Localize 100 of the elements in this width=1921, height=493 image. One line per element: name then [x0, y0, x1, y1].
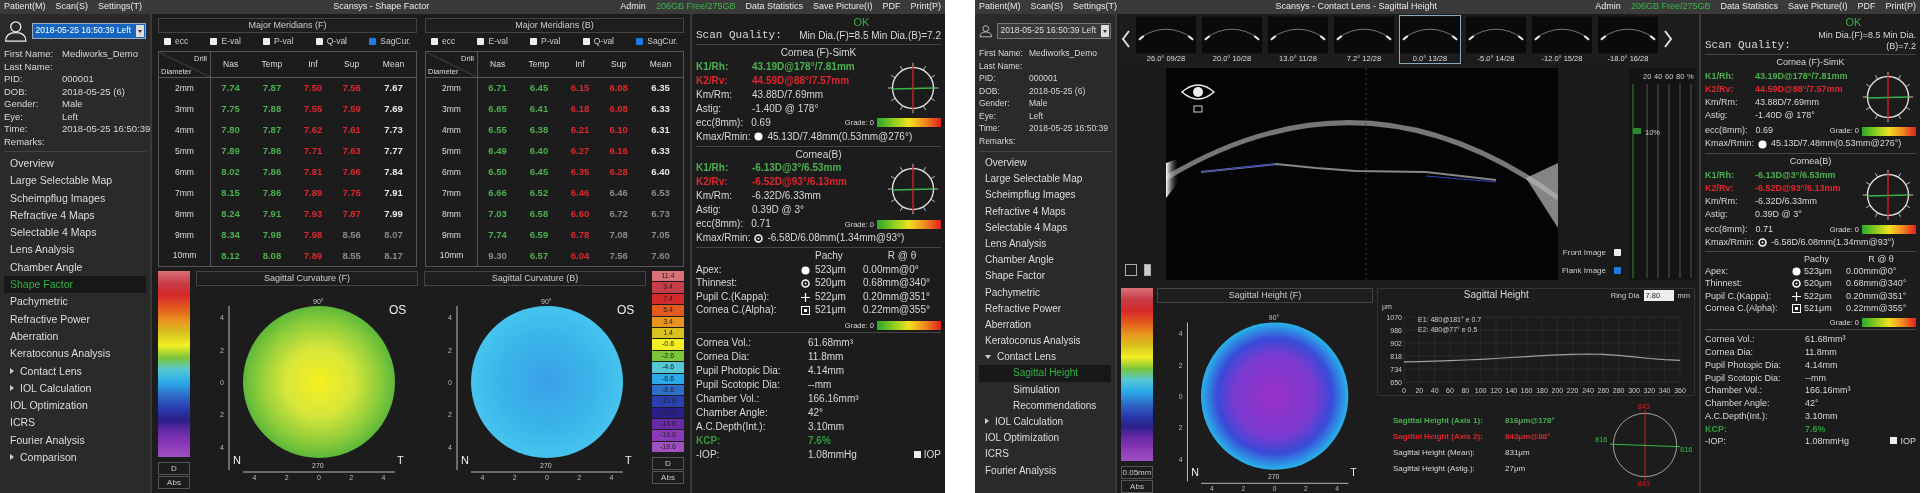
- caret-icon[interactable]: [985, 418, 989, 424]
- nav-item[interactable]: Pachymetric: [979, 284, 1111, 301]
- nav-item[interactable]: IOL Calculation: [4, 379, 146, 398]
- nav-item[interactable]: Contact Lens: [4, 362, 146, 380]
- nav-item[interactable]: Refractive 4 Maps: [979, 203, 1111, 220]
- radio-icon[interactable]: [1614, 249, 1621, 256]
- radio-option[interactable]: SagCur.: [636, 36, 678, 48]
- radio-option[interactable]: P-val: [263, 36, 294, 48]
- checkbox-icon[interactable]: [913, 451, 921, 459]
- nav-item[interactable]: Fourier Analysis: [4, 431, 146, 450]
- radio-icon[interactable]: [431, 38, 438, 45]
- nav-item[interactable]: Refractive Power: [4, 310, 146, 328]
- radio-icon[interactable]: [369, 38, 377, 45]
- toolbar-button[interactable]: Save Picture(I): [812, 1, 873, 13]
- panel-toggle-button[interactable]: [1144, 264, 1151, 276]
- radio-icon[interactable]: [263, 38, 271, 45]
- value-text: 3.10mm: [1805, 410, 1839, 423]
- chevron-left-icon[interactable]: [1121, 29, 1131, 49]
- radio-icon[interactable]: [164, 38, 171, 45]
- menu-item[interactable]: Settings(T): [1073, 1, 1118, 13]
- table-cell: 8.24: [210, 203, 251, 225]
- menu-item[interactable]: Scan(S): [1030, 1, 1064, 13]
- radio-option[interactable]: P-val: [530, 36, 561, 48]
- nav-item[interactable]: Simulation: [979, 381, 1111, 398]
- nav-item[interactable]: Shape Factor: [4, 276, 146, 294]
- caret-icon[interactable]: [10, 384, 14, 391]
- scan-select[interactable]: 2018-05-25 16:50:39 Left: [996, 23, 1111, 39]
- nav-item[interactable]: ICRS: [4, 414, 146, 432]
- nav-item[interactable]: Lens Analysis: [979, 235, 1111, 253]
- caret-icon[interactable]: [10, 367, 14, 374]
- chevron-right-icon[interactable]: [1663, 29, 1673, 49]
- radio-icon[interactable]: [530, 38, 538, 45]
- nav-item[interactable]: Fourier Analysis: [979, 462, 1111, 479]
- radio-icon[interactable]: [1614, 267, 1621, 274]
- nav-item[interactable]: Recommendations: [979, 397, 1111, 414]
- nav-item[interactable]: Contact Lens: [979, 349, 1111, 366]
- radio-option[interactable]: ecc: [164, 36, 189, 48]
- nav-item[interactable]: Chamber Angle: [4, 258, 146, 277]
- menu-item[interactable]: Patient(M): [4, 1, 46, 13]
- nav-item[interactable]: Sagittal Height: [979, 365, 1111, 382]
- scan-select[interactable]: 2018-05-25 16:50:39 Left: [31, 23, 146, 39]
- radio-icon[interactable]: [477, 38, 485, 45]
- toolbar-button[interactable]: PDF: [882, 1, 901, 13]
- menu-item[interactable]: Settings(T): [98, 1, 143, 13]
- value-text: 4.14mm: [1805, 359, 1839, 372]
- nav-item[interactable]: Chamber Angle: [979, 252, 1111, 269]
- radio-option[interactable]: Q-val: [315, 36, 347, 48]
- nav-item[interactable]: Aberration: [4, 327, 146, 346]
- caret-icon[interactable]: [985, 355, 991, 360]
- toolbar-button[interactable]: Print(P): [910, 1, 941, 13]
- toolbar-button[interactable]: Data Statistics: [1720, 1, 1778, 13]
- nav-item[interactable]: Selectable 4 Maps: [4, 224, 146, 242]
- nav-item[interactable]: Keratoconus Analysis: [979, 333, 1111, 350]
- nav-item[interactable]: Overview: [979, 155, 1111, 172]
- nav-item[interactable]: Large Selectable Map: [979, 171, 1111, 188]
- radio-option[interactable]: Front Image: [1562, 248, 1625, 258]
- nav-item[interactable]: Scheimpflug Images: [4, 189, 146, 207]
- radio-icon[interactable]: [582, 38, 590, 45]
- radio-icon[interactable]: [636, 38, 644, 45]
- scale-mode-button[interactable]: Abs: [652, 471, 684, 485]
- radio-option[interactable]: ecc: [431, 36, 456, 48]
- nav-item[interactable]: ICRS: [979, 446, 1111, 463]
- radio-icon[interactable]: [210, 38, 218, 45]
- nav-item[interactable]: Selectable 4 Maps: [979, 219, 1111, 236]
- radio-option[interactable]: E-val: [210, 36, 241, 48]
- toolbar-button[interactable]: Save Picture(I): [1787, 1, 1848, 13]
- nav-item[interactable]: Lens Analysis: [4, 241, 146, 259]
- checkbox-icon[interactable]: [1890, 437, 1898, 445]
- toolbar-button[interactable]: Data Statistics: [745, 1, 803, 13]
- toolbar-button[interactable]: Print(P): [1885, 1, 1916, 13]
- nav-item[interactable]: Large Selectable Map: [4, 172, 146, 190]
- radio-option[interactable]: E-val: [477, 36, 508, 48]
- nav-item[interactable]: IOL Optimization: [979, 430, 1111, 447]
- nav-item[interactable]: Shape Factor: [979, 268, 1111, 285]
- value-label: Chamber Vol.:: [1705, 385, 1764, 397]
- caret-icon[interactable]: [136, 25, 144, 37]
- caret-icon[interactable]: [1101, 25, 1109, 37]
- iop-checkbox[interactable]: IOP: [1890, 436, 1916, 448]
- nav-item[interactable]: Overview: [4, 155, 146, 173]
- nav-item[interactable]: Aberration: [979, 316, 1111, 334]
- nav-item[interactable]: Keratoconus Analysis: [4, 345, 146, 363]
- nav-item[interactable]: Refractive 4 Maps: [4, 206, 146, 225]
- scale-mode-button[interactable]: Abs: [1121, 480, 1153, 493]
- iop-checkbox[interactable]: IOP: [913, 449, 941, 462]
- menu-item[interactable]: Scan(S): [55, 1, 89, 13]
- radio-icon[interactable]: [315, 38, 323, 45]
- radio-option[interactable]: SagCur.: [369, 36, 411, 48]
- radio-option[interactable]: Q-val: [582, 36, 614, 48]
- caret-icon[interactable]: [10, 454, 14, 461]
- nav-item[interactable]: IOL Optimization: [4, 397, 146, 415]
- nav-item[interactable]: Pachymetric: [4, 293, 146, 311]
- nav-item[interactable]: Scheimpflug Images: [979, 187, 1111, 204]
- menu-item[interactable]: Patient(M): [979, 1, 1021, 13]
- radio-option[interactable]: Flank Image: [1561, 266, 1625, 276]
- nav-item[interactable]: Comparison: [4, 449, 146, 467]
- fit-view-button[interactable]: [1125, 264, 1137, 276]
- scale-mode-button[interactable]: Abs: [158, 476, 190, 489]
- nav-item[interactable]: Refractive Power: [979, 300, 1111, 317]
- toolbar-button[interactable]: PDF: [1857, 1, 1876, 13]
- nav-item[interactable]: IOL Calculation: [979, 414, 1111, 431]
